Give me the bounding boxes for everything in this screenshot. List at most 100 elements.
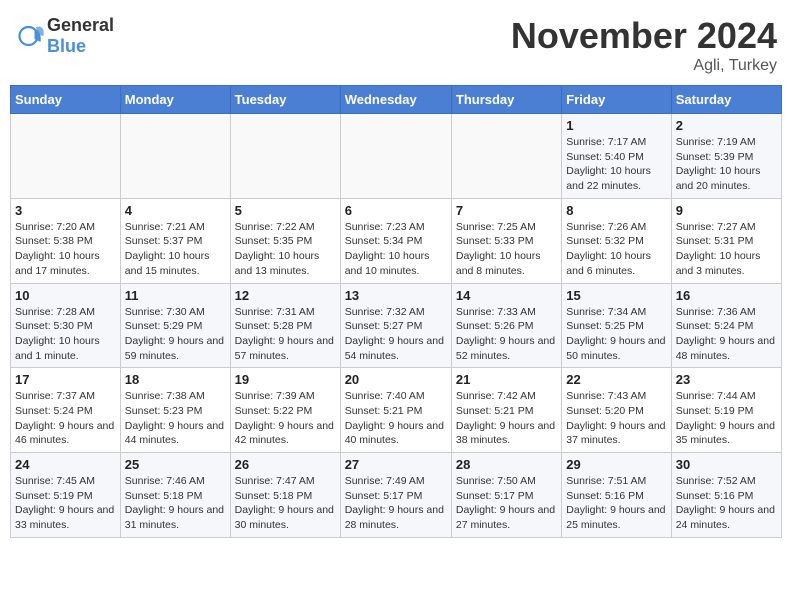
day-info: Sunrise: 7:40 AM Sunset: 5:21 PM Dayligh… (345, 389, 447, 448)
day-info: Sunrise: 7:20 AM Sunset: 5:38 PM Dayligh… (15, 220, 116, 279)
day-number: 15 (566, 288, 666, 303)
day-number: 14 (456, 288, 557, 303)
day-cell: 26Sunrise: 7:47 AM Sunset: 5:18 PM Dayli… (230, 453, 340, 538)
day-number: 2 (676, 118, 777, 133)
day-cell: 20 Sunrise: 7:40 AM Sunset: 5:21 PM Dayli… (340, 368, 451, 453)
logo-text: General Blue (47, 15, 114, 57)
day-cell: 13 Sunrise: 7:32 AM Sunset: 5:27 PM Dayli… (340, 283, 451, 368)
day-info: Sunrise: 7:52 AM Sunset: 5:16 PM Dayligh… (676, 474, 777, 533)
day-cell: 18Sunrise: 7:38 AM Sunset: 5:23 PM Dayli… (120, 368, 230, 453)
day-info: Sunrise: 7:19 AM Sunset: 5:39 PM Dayligh… (676, 135, 777, 194)
day-cell (451, 114, 561, 199)
day-cell: 22Sunrise: 7:43 AM Sunset: 5:20 PM Dayli… (562, 368, 671, 453)
day-cell: 8Sunrise: 7:26 AM Sunset: 5:32 PM Daylig… (562, 198, 671, 283)
week-row-5: 24 Sunrise: 7:45 AM Sunset: 5:19 PM Dayli… (11, 453, 782, 538)
day-cell (340, 114, 451, 199)
day-number: 8 (566, 203, 666, 218)
day-number: 7 (456, 203, 557, 218)
day-info: Sunrise: 7:42 AM Sunset: 5:21 PM Dayligh… (456, 389, 557, 448)
week-row-4: 17Sunrise: 7:37 AM Sunset: 5:24 PM Dayli… (11, 368, 782, 453)
logo-general: General (47, 15, 114, 35)
day-info: Sunrise: 7:45 AM Sunset: 5:19 PM Dayligh… (15, 474, 116, 533)
day-info: Sunrise: 7:36 AM Sunset: 5:24 PM Dayligh… (676, 305, 777, 364)
day-info: Sunrise: 7:17 AM Sunset: 5:40 PM Dayligh… (566, 135, 666, 194)
day-number: 11 (125, 288, 226, 303)
day-number: 12 (235, 288, 336, 303)
header: General Blue November 2024 Agli, Turkey (10, 10, 782, 75)
day-cell: 3 Sunrise: 7:20 AM Sunset: 5:38 PM Daylig… (11, 198, 121, 283)
day-number: 24 (15, 457, 116, 472)
day-cell: 15 Sunrise: 7:34 AM Sunset: 5:25 PM Dayli… (562, 283, 671, 368)
day-info: Sunrise: 7:23 AM Sunset: 5:34 PM Dayligh… (345, 220, 447, 279)
day-number: 10 (15, 288, 116, 303)
day-cell (230, 114, 340, 199)
month-title: November 2024 (511, 15, 777, 57)
day-number: 9 (676, 203, 777, 218)
day-cell: 16 Sunrise: 7:36 AM Sunset: 5:24 PM Dayli… (671, 283, 781, 368)
day-number: 13 (345, 288, 447, 303)
day-number: 5 (235, 203, 336, 218)
weekday-header-row: SundayMondayTuesdayWednesdayThursdayFrid… (11, 86, 782, 114)
day-number: 26 (235, 457, 336, 472)
day-info: Sunrise: 7:27 AM Sunset: 5:31 PM Dayligh… (676, 220, 777, 279)
day-info: Sunrise: 7:33 AM Sunset: 5:26 PM Dayligh… (456, 305, 557, 364)
day-info: Sunrise: 7:31 AM Sunset: 5:28 PM Dayligh… (235, 305, 336, 364)
day-info: Sunrise: 7:51 AM Sunset: 5:16 PM Dayligh… (566, 474, 666, 533)
day-info: Sunrise: 7:43 AM Sunset: 5:20 PM Dayligh… (566, 389, 666, 448)
week-row-2: 3 Sunrise: 7:20 AM Sunset: 5:38 PM Daylig… (11, 198, 782, 283)
day-cell: 25 Sunrise: 7:46 AM Sunset: 5:18 PM Dayli… (120, 453, 230, 538)
calendar-table: SundayMondayTuesdayWednesdayThursdayFrid… (10, 85, 782, 538)
day-number: 16 (676, 288, 777, 303)
day-info: Sunrise: 7:21 AM Sunset: 5:37 PM Dayligh… (125, 220, 226, 279)
day-cell: 5Sunrise: 7:22 AM Sunset: 5:35 PM Daylig… (230, 198, 340, 283)
day-number: 3 (15, 203, 116, 218)
day-cell: 7 Sunrise: 7:25 AM Sunset: 5:33 PM Daylig… (451, 198, 561, 283)
day-number: 23 (676, 372, 777, 387)
day-cell (11, 114, 121, 199)
day-number: 25 (125, 457, 226, 472)
day-info: Sunrise: 7:25 AM Sunset: 5:33 PM Dayligh… (456, 220, 557, 279)
day-cell: 11 Sunrise: 7:30 AM Sunset: 5:29 PM Dayli… (120, 283, 230, 368)
day-number: 21 (456, 372, 557, 387)
day-cell: 17Sunrise: 7:37 AM Sunset: 5:24 PM Dayli… (11, 368, 121, 453)
day-info: Sunrise: 7:39 AM Sunset: 5:22 PM Dayligh… (235, 389, 336, 448)
day-info: Sunrise: 7:32 AM Sunset: 5:27 PM Dayligh… (345, 305, 447, 364)
day-number: 29 (566, 457, 666, 472)
day-cell: 2 Sunrise: 7:19 AM Sunset: 5:39 PM Daylig… (671, 114, 781, 199)
logo-icon (15, 21, 45, 51)
week-row-3: 10Sunrise: 7:28 AM Sunset: 5:30 PM Dayli… (11, 283, 782, 368)
weekday-header-wednesday: Wednesday (340, 86, 451, 114)
day-number: 1 (566, 118, 666, 133)
weekday-header-sunday: Sunday (11, 86, 121, 114)
day-info: Sunrise: 7:34 AM Sunset: 5:25 PM Dayligh… (566, 305, 666, 364)
weekday-header-saturday: Saturday (671, 86, 781, 114)
day-cell: 24 Sunrise: 7:45 AM Sunset: 5:19 PM Dayli… (11, 453, 121, 538)
day-info: Sunrise: 7:46 AM Sunset: 5:18 PM Dayligh… (125, 474, 226, 533)
logo: General Blue (15, 15, 114, 57)
weekday-header-tuesday: Tuesday (230, 86, 340, 114)
day-cell: 30 Sunrise: 7:52 AM Sunset: 5:16 PM Dayli… (671, 453, 781, 538)
day-cell: 4Sunrise: 7:21 AM Sunset: 5:37 PM Daylig… (120, 198, 230, 283)
day-info: Sunrise: 7:30 AM Sunset: 5:29 PM Dayligh… (125, 305, 226, 364)
day-number: 27 (345, 457, 447, 472)
weekday-header-thursday: Thursday (451, 86, 561, 114)
day-number: 28 (456, 457, 557, 472)
day-cell (120, 114, 230, 199)
day-cell: 6Sunrise: 7:23 AM Sunset: 5:34 PM Daylig… (340, 198, 451, 283)
location-title: Agli, Turkey (511, 57, 777, 75)
weekday-header-friday: Friday (562, 86, 671, 114)
day-cell: 19 Sunrise: 7:39 AM Sunset: 5:22 PM Dayli… (230, 368, 340, 453)
day-cell: 10Sunrise: 7:28 AM Sunset: 5:30 PM Dayli… (11, 283, 121, 368)
day-cell: 28Sunrise: 7:50 AM Sunset: 5:17 PM Dayli… (451, 453, 561, 538)
day-cell: 29 Sunrise: 7:51 AM Sunset: 5:16 PM Dayli… (562, 453, 671, 538)
logo-blue: Blue (47, 36, 86, 56)
day-info: Sunrise: 7:49 AM Sunset: 5:17 PM Dayligh… (345, 474, 447, 533)
day-cell: 27 Sunrise: 7:49 AM Sunset: 5:17 PM Dayli… (340, 453, 451, 538)
day-cell: 21 Sunrise: 7:42 AM Sunset: 5:21 PM Dayli… (451, 368, 561, 453)
weekday-header-monday: Monday (120, 86, 230, 114)
day-number: 19 (235, 372, 336, 387)
day-number: 20 (345, 372, 447, 387)
day-cell: 14 Sunrise: 7:33 AM Sunset: 5:26 PM Dayli… (451, 283, 561, 368)
day-number: 30 (676, 457, 777, 472)
day-number: 18 (125, 372, 226, 387)
